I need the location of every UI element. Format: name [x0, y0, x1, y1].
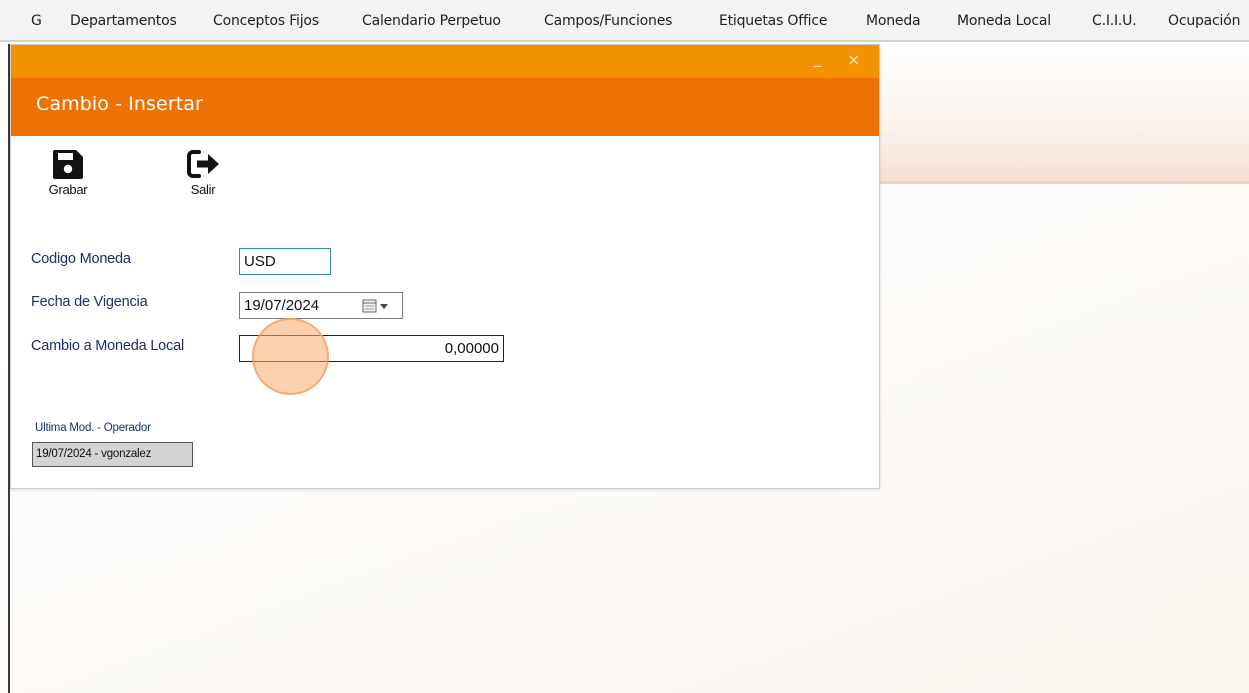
codigo-moneda-input[interactable]: USD: [239, 248, 331, 275]
ultima-mod-label: Ultima Mod. - Operador: [35, 422, 151, 434]
save-button[interactable]: Grabar: [38, 148, 98, 208]
dialog-header: Cambio - Insertar: [11, 78, 879, 136]
fecha-vigencia-value: 19/07/2024: [244, 297, 320, 314]
save-button-label: Grabar: [48, 182, 88, 197]
close-button[interactable]: ×: [847, 50, 860, 69]
menu-item-ocupacion[interactable]: Ocupación: [1168, 13, 1240, 29]
menu-item-conceptos-fijos[interactable]: Conceptos Fijos: [213, 13, 319, 29]
menu-bar: G Departamentos Conceptos Fijos Calendar…: [0, 0, 1249, 42]
menu-item-campos-funciones[interactable]: Campos/Funciones: [544, 13, 672, 29]
cambio-moneda-local-label: Cambio a Moneda Local: [31, 338, 184, 354]
menu-item-calendario-perpetuo[interactable]: Calendario Perpetuo: [362, 13, 501, 29]
fecha-vigencia-datepicker[interactable]: 19/07/2024: [239, 292, 403, 319]
codigo-moneda-label: Codigo Moneda: [31, 251, 131, 267]
dialog-title: Cambio - Insertar: [36, 93, 203, 115]
menu-item-g[interactable]: G: [31, 13, 42, 29]
background-decoration: [880, 44, 1249, 184]
menu-item-etiquetas-office[interactable]: Etiquetas Office: [719, 13, 827, 29]
menu-item-moneda-local[interactable]: Moneda Local: [957, 13, 1051, 29]
sign-out-icon: [173, 148, 233, 180]
menu-item-departamentos[interactable]: Departamentos: [70, 13, 177, 29]
menu-item-moneda[interactable]: Moneda: [866, 13, 921, 29]
menu-item-ciiu[interactable]: C.I.I.U.: [1092, 13, 1137, 29]
calendar-dropdown-icon[interactable]: [362, 299, 394, 318]
ultima-mod-value: 19/07/2024 - vgonzalez: [32, 442, 193, 467]
cambio-moneda-local-input[interactable]: 0,00000: [239, 335, 504, 362]
exit-button[interactable]: Salir: [173, 148, 233, 208]
exit-button-label: Salir: [190, 182, 216, 197]
minimize-button[interactable]: _: [813, 48, 821, 67]
floppy-disk-icon: [38, 148, 98, 180]
dialog-titlebar: _ ×: [11, 45, 879, 78]
cambio-insertar-dialog: _ × Cambio - Insertar Grabar Salir Codig…: [10, 44, 880, 489]
fecha-vigencia-label: Fecha de Vigencia: [31, 294, 148, 310]
